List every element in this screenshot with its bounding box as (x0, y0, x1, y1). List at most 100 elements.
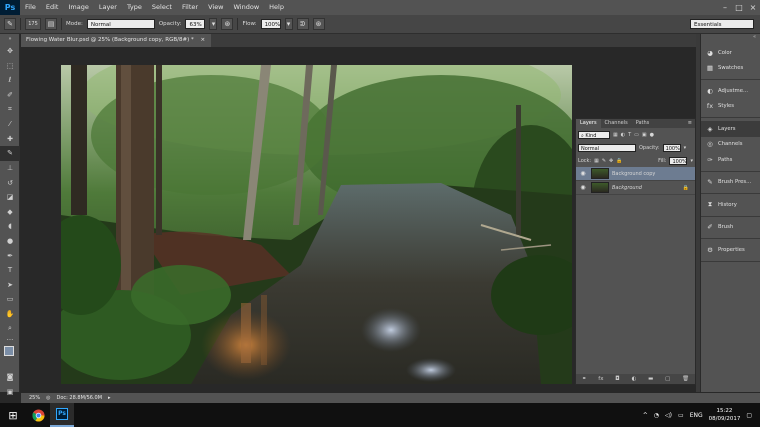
delete-layer-icon[interactable]: 🗑 (682, 376, 689, 382)
tab-layers[interactable]: Layers (576, 119, 601, 128)
windows-start-icon[interactable]: ⊞ (0, 403, 26, 427)
dock-item-swatches[interactable]: ▦ Swatches (701, 61, 760, 77)
history-brush-tool-icon[interactable]: ↺ (0, 175, 20, 190)
connect-icon[interactable]: ▭ (678, 412, 684, 419)
minimize-icon[interactable]: – (718, 0, 732, 15)
lock-position-icon[interactable]: ✥ (609, 158, 613, 164)
zoom-tool-icon[interactable]: ⌕ (0, 321, 20, 336)
notifications-icon[interactable]: ▢ (746, 412, 752, 419)
dock-item-channels[interactable]: ◎ Channels (701, 137, 760, 153)
new-group-icon[interactable]: ▬ (648, 376, 653, 382)
flow-dropdown-icon[interactable]: ▾ (284, 18, 293, 30)
layer-row[interactable]: ◉ Background copy (576, 167, 695, 181)
foreground-color-swatch[interactable] (4, 345, 14, 356)
layer-style-icon[interactable]: fx (598, 376, 603, 382)
menu-help[interactable]: Help (264, 0, 289, 15)
clock[interactable]: 15:22 08/09/2017 (709, 407, 741, 423)
blur-tool-icon[interactable]: ◖ (0, 219, 20, 234)
color-swatches[interactable] (0, 344, 20, 370)
dock-item-color[interactable]: ◕ Color (701, 45, 760, 61)
airbrush-icon[interactable]: ᕲ (296, 18, 309, 30)
brush-tool-preset-icon[interactable]: ✎ (4, 18, 16, 30)
opacity-dropdown-icon[interactable]: ▾ (684, 145, 687, 151)
opacity-dropdown-icon[interactable]: ▾ (209, 18, 218, 30)
quick-mask-icon[interactable]: ◙ (0, 370, 20, 385)
taskbar-chrome[interactable] (26, 403, 50, 427)
lasso-tool-icon[interactable]: ℓ (0, 73, 20, 88)
pressure-size-icon[interactable]: ⊛ (312, 18, 325, 30)
fill-input[interactable]: 100% (669, 156, 688, 165)
dodge-tool-icon[interactable]: ● (0, 234, 20, 249)
close-document-icon[interactable]: × (200, 37, 205, 43)
brush-size-picker[interactable]: 175 (25, 18, 41, 30)
forest-stream-photo[interactable] (61, 65, 572, 384)
panel-collapse-icon[interactable]: » (0, 34, 20, 44)
visibility-eye-icon[interactable]: ◉ (578, 184, 588, 191)
new-layer-icon[interactable]: ▢ (665, 376, 670, 382)
menu-filter[interactable]: Filter (177, 0, 203, 15)
eyedropper-tool-icon[interactable]: ⁄ (0, 117, 20, 132)
dock-collapse-icon[interactable]: « (701, 34, 760, 42)
layer-row[interactable]: ◉ Background 🔒 (576, 181, 695, 195)
pen-tool-icon[interactable]: ✒ (0, 248, 20, 263)
status-menu-arrow-icon[interactable]: ▸ (108, 395, 111, 401)
hand-tool-icon[interactable]: ✋ (0, 307, 20, 322)
menu-edit[interactable]: Edit (41, 0, 64, 15)
new-adjustment-layer-icon[interactable]: ◐ (631, 376, 636, 382)
pressure-opacity-icon[interactable]: ⊛ (221, 18, 234, 30)
path-selection-tool-icon[interactable]: ➤ (0, 278, 20, 293)
status-info-icon[interactable]: ◎ (46, 395, 50, 401)
language-indicator[interactable]: ENG (690, 412, 703, 419)
taskbar-photoshop[interactable]: Ps (50, 403, 74, 427)
network-icon[interactable]: ◔ (654, 412, 659, 419)
paint-bucket-tool-icon[interactable]: ◆ (0, 205, 20, 220)
filter-kind-select[interactable]: ⌕ Kind (578, 130, 610, 139)
layer-opacity-input[interactable]: 100% (662, 143, 681, 152)
move-tool-icon[interactable]: ✥ (0, 44, 20, 59)
menu-file[interactable]: File (20, 0, 41, 15)
tab-channels[interactable]: Channels (601, 119, 632, 128)
visibility-eye-icon[interactable]: ◉ (578, 170, 588, 177)
screen-mode-icon[interactable]: ▣ (0, 384, 20, 399)
lock-paint-icon[interactable]: ✎ (602, 158, 606, 164)
filter-smart-object-icon[interactable]: ▣ (642, 132, 647, 138)
menu-image[interactable]: Image (63, 0, 93, 15)
dock-item-brush[interactable]: ✐ Brush (701, 220, 760, 236)
link-layers-icon[interactable]: ⚭ (582, 376, 587, 382)
layer-name[interactable]: Background copy (612, 171, 655, 177)
close-icon[interactable]: × (746, 0, 760, 15)
workspace-select[interactable]: Essentials (690, 19, 754, 29)
fill-dropdown-icon[interactable]: ▾ (690, 158, 693, 164)
blend-mode-select[interactable]: Normal (578, 143, 636, 152)
type-tool-icon[interactable]: T (0, 263, 20, 278)
mode-select[interactable]: Normal (86, 19, 155, 29)
opacity-input[interactable]: 63% (185, 19, 206, 29)
menu-view[interactable]: View (203, 0, 228, 15)
panel-menu-icon[interactable]: ≡ (688, 119, 695, 128)
marquee-tool-icon[interactable]: ⬚ (0, 59, 20, 74)
quick-selection-tool-icon[interactable]: ✐ (0, 88, 20, 103)
crop-tool-icon[interactable]: ⌗ (0, 102, 20, 117)
shape-tool-icon[interactable]: ▭ (0, 292, 20, 307)
tab-paths[interactable]: Paths (632, 119, 654, 128)
clone-stamp-tool-icon[interactable]: ⊥ (0, 161, 20, 176)
filter-pixel-icon[interactable]: ▦ (613, 132, 618, 138)
dock-item-properties[interactable]: ⚙ Properties (701, 242, 760, 258)
zoom-level[interactable]: 25% (29, 395, 40, 401)
dock-item-history[interactable]: ⧗ History (701, 197, 760, 213)
filter-adjustment-icon[interactable]: ◐ (621, 132, 625, 138)
eraser-tool-icon[interactable]: ◪ (0, 190, 20, 205)
layer-name[interactable]: Background (612, 185, 642, 191)
menu-layer[interactable]: Layer (94, 0, 122, 15)
menu-type[interactable]: Type (122, 0, 147, 15)
document-tab[interactable]: Flowing Water Blur.psd @ 25% (Background… (21, 34, 212, 47)
dock-item-brush-presets[interactable]: ✎ Brush Pres... (701, 175, 760, 191)
volume-icon[interactable]: ◁) (665, 412, 672, 419)
dock-item-styles[interactable]: fx Styles (701, 99, 760, 115)
healing-brush-tool-icon[interactable]: ✚ (0, 132, 20, 147)
filter-toggle-icon[interactable]: ● (650, 132, 654, 138)
dock-item-adjustments[interactable]: ◐ Adjustme... (701, 83, 760, 99)
dock-item-layers[interactable]: ◈ Layers (701, 121, 760, 137)
tray-overflow-icon[interactable]: ^ (643, 412, 648, 419)
brush-tool-icon[interactable]: ✎ (0, 146, 20, 161)
